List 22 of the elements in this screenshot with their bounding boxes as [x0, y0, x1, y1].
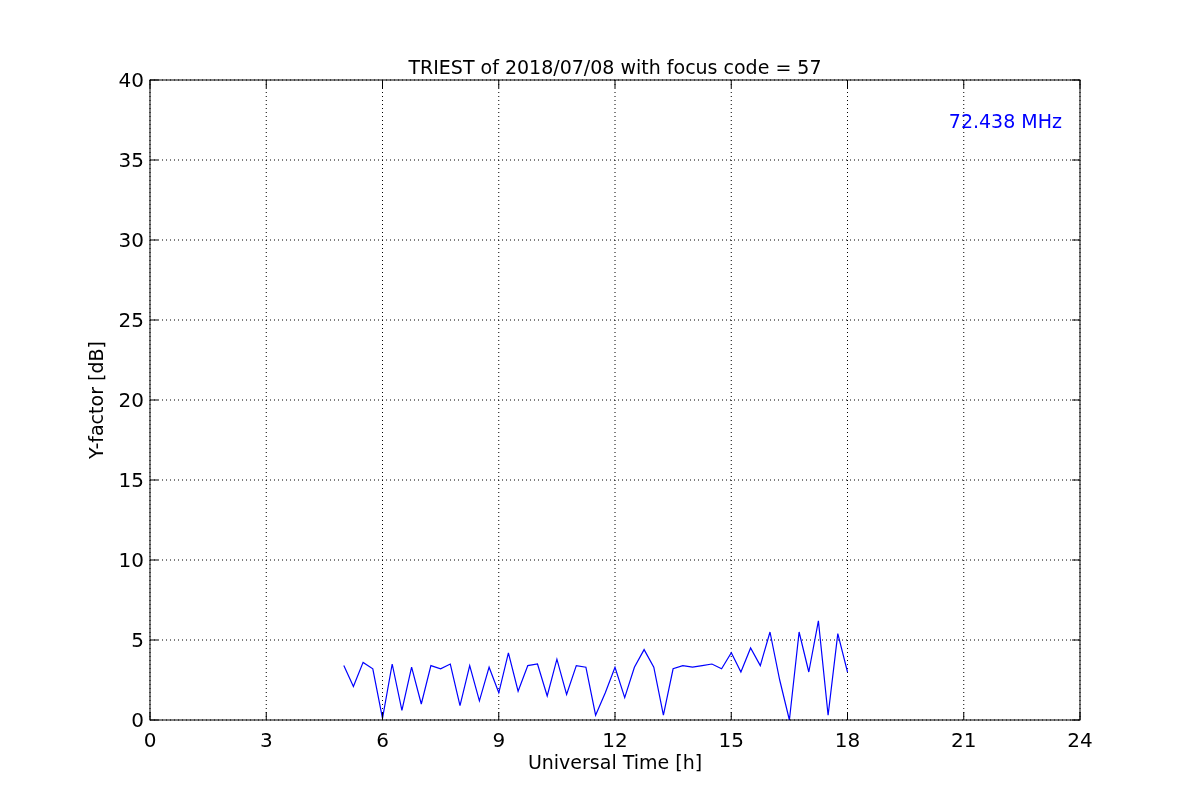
tick-label: 21 — [951, 728, 977, 752]
tick-label: 0 — [143, 728, 157, 752]
tick-label: 10 — [118, 548, 144, 572]
x-axis-label: Universal Time [h] — [527, 751, 703, 773]
tick-label: 30 — [118, 228, 144, 252]
y-axis-label: Y-factor [dB] — [85, 341, 107, 459]
tick-label: 5 — [131, 628, 144, 652]
tick-label: 3 — [259, 728, 273, 752]
tick-label: 12 — [602, 728, 628, 752]
tick-label: 18 — [834, 728, 861, 752]
tick-label: 24 — [1067, 728, 1093, 752]
tick-label: 35 — [118, 148, 144, 172]
tick-label: 6 — [376, 728, 389, 752]
tick-label: 0 — [131, 708, 144, 732]
tick-label: 25 — [118, 308, 144, 332]
chart-title: TRIEST of 2018/07/08 with focus code = 57 — [408, 56, 822, 78]
frequency-label: 72.438 MHz — [948, 110, 1062, 132]
tick-label: 20 — [118, 388, 144, 412]
tick-label: 15 — [118, 468, 144, 492]
tick-label: 9 — [492, 728, 506, 752]
tick-label: 15 — [718, 728, 744, 752]
tick-label: 40 — [118, 68, 144, 92]
